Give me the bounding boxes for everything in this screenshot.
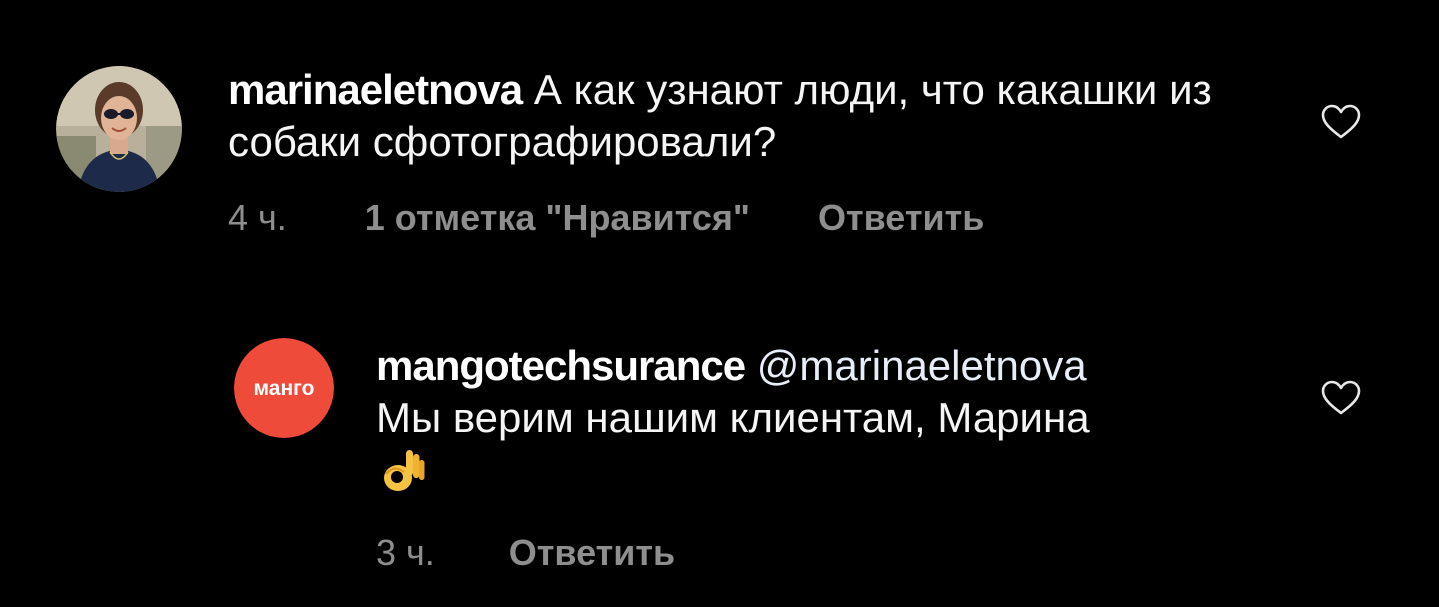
ok-hand-emoji-icon bbox=[384, 450, 425, 491]
comment-text: Мы верим нашим клиентам, Марина bbox=[376, 394, 1090, 441]
comment-timestamp: 4 ч. bbox=[228, 197, 287, 238]
avatar-marinaeletnova[interactable] bbox=[56, 66, 182, 192]
comment-1-body: marinaeletnova А как узнают люди, что ка… bbox=[228, 64, 1228, 168]
comment-username[interactable]: marinaeletnova bbox=[228, 66, 523, 113]
likes-count-link[interactable]: 1 отметка "Нравится" bbox=[365, 197, 750, 239]
avatar-mangotechsurance[interactable]: манго bbox=[234, 338, 334, 438]
mango-logo-icon: манго bbox=[234, 338, 334, 438]
comment-timestamp: 3 ч. bbox=[376, 532, 435, 573]
mention-link[interactable]: @marinaeletnova bbox=[757, 342, 1087, 389]
like-button[interactable] bbox=[1321, 104, 1361, 140]
svg-text:манго: манго bbox=[254, 377, 315, 400]
heart-outline-icon bbox=[1321, 104, 1361, 139]
reply-button[interactable]: Ответить bbox=[818, 197, 984, 239]
comment-1-meta: 4 ч. 1 отметка "Нравится" Ответить bbox=[228, 196, 984, 240]
comment-2-body: mangotechsurance @marinaeletnova Мы вери… bbox=[376, 340, 1256, 496]
reply-button[interactable]: Ответить bbox=[509, 532, 675, 574]
comment-2-meta: 3 ч. Ответить bbox=[376, 531, 675, 575]
heart-outline-icon bbox=[1321, 380, 1361, 415]
user-photo-icon bbox=[56, 66, 182, 192]
ok-hand-emoji bbox=[380, 444, 426, 494]
comment-username[interactable]: mangotechsurance bbox=[376, 342, 746, 389]
like-button[interactable] bbox=[1321, 380, 1361, 416]
comment-2-text-block: mangotechsurance @marinaeletnova Мы вери… bbox=[376, 340, 1256, 496]
comment-1-text-block: marinaeletnova А как узнают люди, что ка… bbox=[228, 64, 1228, 168]
